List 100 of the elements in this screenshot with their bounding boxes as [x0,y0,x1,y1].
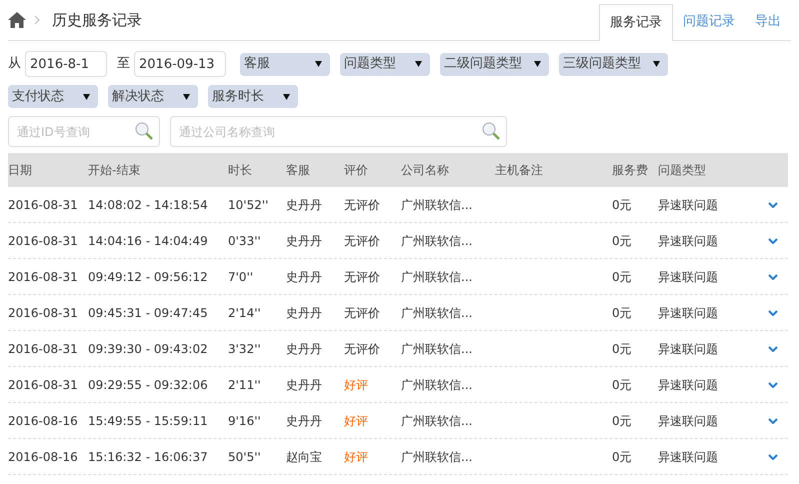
table-cell: 异速联问题 [658,198,718,212]
table-cell: 异速联问题 [658,270,718,284]
table-cell: 2'14'' [228,306,261,320]
column-header: 日期 [8,162,33,179]
chevron-down-icon[interactable] [768,202,778,208]
table-cell: 2016-08-31 [8,342,78,356]
table-cell: 0元 [612,306,632,320]
table-cell: 09:29:55 - 09:32:06 [88,378,208,392]
table-cell: 50'5'' [228,450,261,464]
search-icon[interactable] [134,121,154,141]
table-cell: 异速联问题 [658,234,718,248]
table-cell: 无评价 [344,234,380,248]
table-cell: 2016-08-16 [8,450,78,464]
table-cell: 15:49:55 - 15:59:11 [88,414,208,428]
table-cell: 好评 [344,450,368,464]
table-cell: 10'52'' [228,198,268,212]
table-cell: 2016-08-31 [8,378,78,392]
table-cell: 广州联软信... [401,234,472,248]
table-cell: 史丹丹 [286,234,322,248]
caret-icon [83,94,90,100]
column-header: 公司名称 [401,162,450,179]
table-cell: 3'32'' [228,342,261,356]
caret-icon [653,61,660,67]
search-field[interactable]: 通过ID号查询 [8,116,160,147]
table-cell: 无评价 [344,270,380,284]
table-cell: 无评价 [344,342,380,356]
table-cell: 0元 [612,234,632,248]
table-cell: 2016-08-31 [8,306,78,320]
to-label: 至 [117,55,130,74]
search-field[interactable]: 通过公司名称查询 [170,116,507,147]
dropdown[interactable]: 支付状态 [8,85,98,108]
table-cell: 异速联问题 [658,342,718,356]
table-cell: 0'33'' [228,234,261,248]
caret-icon [183,94,190,100]
table-cell: 广州联软信... [401,378,472,392]
table-cell: 异速联问题 [658,450,718,464]
column-header: 评价 [344,162,369,179]
column-header: 主机备注 [495,162,544,179]
chevron-down-icon[interactable] [768,310,778,316]
from-label: 从 [8,55,21,74]
table-cell: 史丹丹 [286,306,322,320]
table-cell: 广州联软信... [401,450,472,464]
chevron-down-icon[interactable] [768,238,778,244]
column-header: 服务费 [612,162,649,179]
date-field[interactable]: 2016-8-1 [25,51,107,77]
table-cell: 无评价 [344,198,380,212]
column-header: 开始-结束 [88,162,142,179]
dropdown[interactable]: 二级问题类型 [440,52,549,76]
caret-icon [283,94,290,100]
dropdown[interactable]: 客服 [240,52,330,76]
table-cell: 史丹丹 [286,270,322,284]
column-header: 问题类型 [658,162,707,179]
dropdown[interactable]: 三级问题类型 [559,52,668,76]
table-cell: 好评 [344,414,368,428]
table-cell: 异速联问题 [658,414,718,428]
caret-icon [534,61,541,67]
caret-icon [315,61,322,67]
table-cell: 09:45:31 - 09:47:45 [88,306,208,320]
table-cell: 09:39:30 - 09:43:02 [88,342,208,356]
dropdown[interactable]: 服务时长 [208,85,298,108]
home-icon[interactable] [8,12,26,28]
column-header: 客服 [286,162,311,179]
table-cell: 0元 [612,414,632,428]
table-cell: 14:04:16 - 14:04:49 [88,234,208,248]
chevron-down-icon[interactable] [768,382,778,388]
chevron-down-icon[interactable] [768,346,778,352]
table-cell: 史丹丹 [286,414,322,428]
table-cell: 9'16'' [228,414,261,428]
table-cell: 广州联软信... [401,306,472,320]
table-cell: 2016-08-31 [8,234,78,248]
dropdown[interactable]: 解决状态 [108,85,198,108]
table-cell: 2'11'' [228,378,261,392]
table-cell: 15:16:32 - 16:06:37 [88,450,208,464]
chevron-right-icon [34,15,40,25]
caret-icon [415,61,422,67]
chevron-down-icon[interactable] [768,454,778,460]
chevron-down-icon[interactable] [768,418,778,424]
table-cell: 异速联问题 [658,378,718,392]
table-cell: 广州联软信... [401,414,472,428]
chevron-down-icon[interactable] [768,274,778,280]
table-cell: 2016-08-31 [8,270,78,284]
table-cell: 广州联软信... [401,342,472,356]
table-cell: 14:08:02 - 14:18:54 [88,198,208,212]
table-cell: 2016-08-16 [8,414,78,428]
table-cell: 无评价 [344,306,380,320]
tab[interactable]: 服务记录 [599,4,673,41]
date-field[interactable]: 2016-09-13 [134,51,226,77]
table-cell: 2016-08-31 [8,198,78,212]
table-cell: 0元 [612,450,632,464]
table-cell: 09:49:12 - 09:56:12 [88,270,208,284]
table-cell: 广州联软信... [401,198,472,212]
table-cell: 史丹丹 [286,198,322,212]
table-cell: 好评 [344,378,368,392]
table-cell: 异速联问题 [658,306,718,320]
table-cell: 广州联软信... [401,270,472,284]
table-cell: 7'0'' [228,270,254,284]
dropdown[interactable]: 问题类型 [340,52,430,76]
search-icon[interactable] [481,121,501,141]
table-cell: 史丹丹 [286,378,322,392]
table-cell: 0元 [612,342,632,356]
